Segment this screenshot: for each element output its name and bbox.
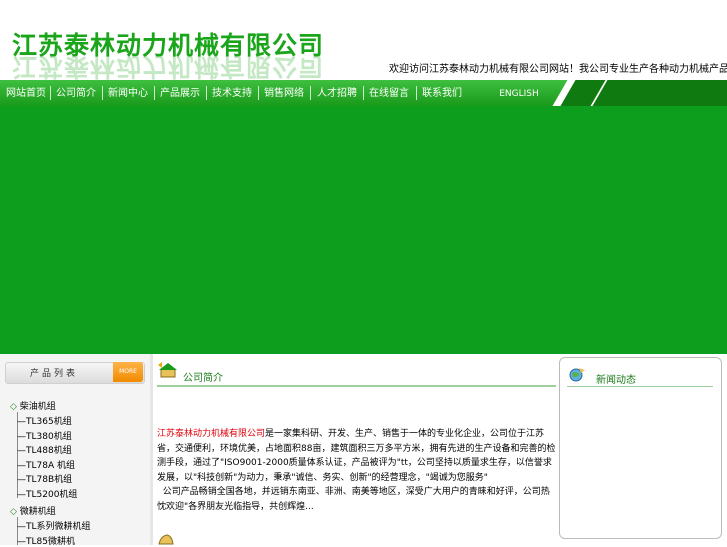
product-item[interactable]: —TL系列微耕机组 bbox=[17, 519, 91, 532]
product-item[interactable]: —TL365机组 bbox=[17, 414, 72, 427]
product-item[interactable]: —TL85微耕机 bbox=[17, 534, 75, 547]
nav-item-sales[interactable]: 销售网络 bbox=[258, 80, 310, 106]
more-button[interactable]: MORE bbox=[113, 362, 143, 382]
product-item[interactable]: —TL78B机组 bbox=[17, 472, 72, 485]
about-divider bbox=[157, 385, 556, 387]
product-item[interactable]: —TL78A 机组 bbox=[17, 458, 75, 471]
product-list-title: 产品列表 bbox=[30, 369, 79, 379]
diamond-icon: ◇ bbox=[10, 402, 17, 412]
about-text: 江苏泰林动力机械有限公司是一家集科研、开发、生产、销售于一体的专业化企业，公司位… bbox=[157, 429, 556, 512]
category-tiller[interactable]: ◇ 微耕机组 bbox=[10, 504, 56, 517]
nav-item-contact[interactable]: 联系我们 bbox=[416, 80, 468, 106]
product-item[interactable]: —TL5200机组 bbox=[17, 487, 77, 500]
diamond-icon: ◇ bbox=[10, 507, 17, 517]
nav-item-message[interactable]: 在线留言 bbox=[363, 80, 415, 106]
nav-item-support[interactable]: 技术支持 bbox=[206, 80, 258, 106]
news-divider bbox=[567, 386, 713, 387]
company-highlight[interactable]: 江苏泰林动力机械有限公司 bbox=[157, 429, 265, 439]
globe-icon bbox=[569, 368, 585, 382]
news-box bbox=[559, 357, 722, 539]
banner bbox=[0, 106, 727, 354]
section-icon bbox=[158, 534, 174, 545]
nav-item-news[interactable]: 新闻中心 bbox=[102, 80, 154, 106]
marquee-text: 欢迎访问江苏泰林动力机械有限公司网站！我公司专业生产各种动力机械产品，质量可靠，… bbox=[389, 64, 727, 75]
product-item[interactable]: —TL380机组 bbox=[17, 429, 72, 442]
product-item[interactable]: —TL488机组 bbox=[17, 443, 72, 456]
nav-item-jobs[interactable]: 人才招聘 bbox=[311, 80, 363, 106]
home-icon bbox=[158, 362, 177, 378]
category-diesel[interactable]: ◇ 柴油机组 bbox=[10, 399, 56, 412]
nav-item-home[interactable]: 网站首页 bbox=[0, 80, 52, 106]
news-title: 新闻动态 bbox=[596, 375, 636, 386]
nav-item-products[interactable]: 产品展示 bbox=[154, 80, 206, 106]
nav-item-english[interactable]: ENGLISH bbox=[493, 80, 545, 106]
header: 江苏泰林动力机械有限公司 江苏泰林动力机械有限公司 欢迎访问江苏泰林动力机械有限… bbox=[0, 0, 727, 81]
nav-item-about[interactable]: 公司简介 bbox=[50, 80, 102, 106]
about-title: 公司简介 bbox=[183, 373, 223, 384]
